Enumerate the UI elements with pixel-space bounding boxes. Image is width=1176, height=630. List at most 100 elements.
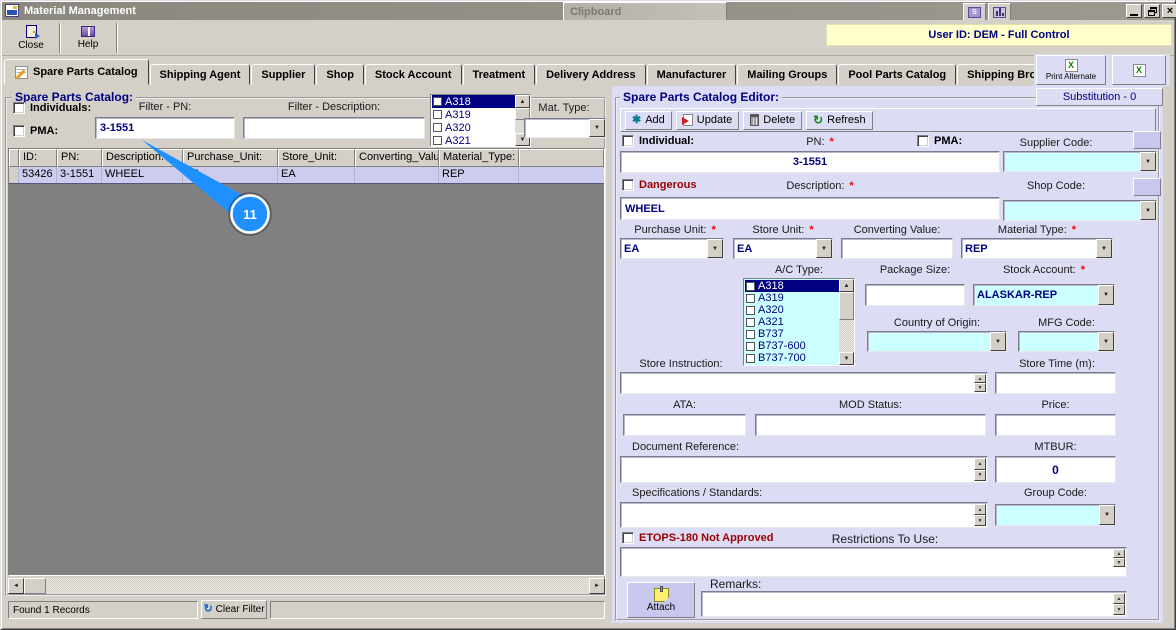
clipboard-window-titlebar[interactable]: Clipboard <box>563 2 727 21</box>
tab-pool-parts-catalog[interactable]: Pool Parts Catalog <box>838 64 956 85</box>
list-item[interactable]: A321 <box>432 134 515 146</box>
mat-type-dropdown[interactable]: ▼ <box>524 118 606 138</box>
filter-pn-input[interactable]: 3-1551 <box>95 117 235 139</box>
dropdown-arrow-icon[interactable]: ▼ <box>1140 152 1156 171</box>
scroll-thumb[interactable] <box>839 292 854 320</box>
pma-editor-checkbox[interactable] <box>917 135 929 147</box>
item-checkbox[interactable] <box>433 110 442 119</box>
scroll-down-icon[interactable]: ▼ <box>839 352 854 365</box>
table-hscrollbar[interactable]: ◄ ► <box>8 578 605 594</box>
substitution-button[interactable]: Substitution - 0 <box>1036 88 1163 106</box>
ata-input[interactable] <box>623 414 746 436</box>
restore-button[interactable] <box>1144 4 1160 18</box>
tab-delivery-address[interactable]: Delivery Address <box>536 64 645 85</box>
tab-shipping-agent[interactable]: Shipping Agent <box>150 64 251 85</box>
spin-up-icon[interactable]: ▲ <box>974 504 986 515</box>
column-header[interactable]: Purchase_Unit: <box>183 149 278 167</box>
help-button[interactable]: Help <box>65 22 111 54</box>
stock-account-dropdown[interactable]: ALASKAR-REP ▼ <box>973 284 1115 306</box>
dropdown-arrow-icon[interactable]: ▼ <box>1098 332 1114 351</box>
close-button[interactable]: Close <box>8 22 54 54</box>
spin-down-icon[interactable]: ▼ <box>974 515 986 526</box>
country-of-origin-dropdown[interactable]: ▼ <box>867 331 1007 352</box>
dropdown-arrow-icon[interactable]: ▼ <box>1098 285 1114 305</box>
item-checkbox[interactable] <box>433 136 442 145</box>
item-checkbox[interactable] <box>746 306 755 315</box>
dropdown-arrow-icon[interactable]: ▼ <box>990 332 1006 351</box>
hscroll-track[interactable] <box>46 578 589 594</box>
mtbur-input[interactable]: 0 <box>995 456 1116 483</box>
restrictions-input[interactable]: ▲▼ <box>620 547 1127 577</box>
mfg-code-dropdown[interactable]: ▼ <box>1018 331 1115 352</box>
ac-type-list[interactable]: A318 A319 A320 A321 B737 B737-600 B737-7… <box>743 278 855 366</box>
item-checkbox[interactable] <box>746 330 755 339</box>
item-checkbox[interactable] <box>746 294 755 303</box>
scroll-up-icon[interactable]: ▲ <box>839 279 854 292</box>
material-type-dropdown[interactable]: REP ▼ <box>961 238 1113 259</box>
item-checkbox[interactable] <box>746 342 755 351</box>
list-item[interactable]: A319 <box>432 108 515 121</box>
tab-supplier[interactable]: Supplier <box>251 64 315 85</box>
item-checkbox[interactable] <box>433 123 442 132</box>
tab-shop[interactable]: Shop <box>316 64 364 85</box>
print-alternate-button[interactable]: X Print Alternate <box>1036 55 1106 85</box>
tab-mailing-groups[interactable]: Mailing Groups <box>737 64 837 85</box>
attach-button[interactable]: Attach <box>627 582 695 618</box>
supplier-code-lookup-button[interactable] <box>1133 131 1161 149</box>
spin-up-icon[interactable]: ▲ <box>974 374 986 383</box>
column-header[interactable]: Store_Unit: <box>278 149 355 167</box>
item-checkbox[interactable] <box>746 282 755 291</box>
spin-down-icon[interactable]: ▼ <box>1113 604 1125 615</box>
table-row[interactable]: 53426 3-1551 WHEEL EA EA REP <box>9 167 604 184</box>
store-instruction-input[interactable]: ▲▼ <box>620 372 988 394</box>
converting-value-input[interactable] <box>841 238 953 259</box>
scroll-left-icon[interactable]: ◄ <box>8 578 24 594</box>
dropdown-arrow-icon[interactable]: ▼ <box>816 239 832 258</box>
item-checkbox[interactable] <box>433 97 442 106</box>
item-checkbox[interactable] <box>746 354 755 363</box>
dropdown-arrow-icon[interactable]: ▼ <box>1096 239 1112 258</box>
add-button[interactable]: ✱ Add <box>625 111 672 130</box>
document-reference-input[interactable]: ▲▼ <box>620 456 988 483</box>
group-code-dropdown[interactable]: ▼ <box>995 504 1116 526</box>
dropdown-arrow-icon[interactable]: ▼ <box>707 239 723 258</box>
shop-code-lookup-button[interactable] <box>1133 178 1161 196</box>
list-item[interactable]: B737 <box>745 328 839 340</box>
tab-manufacturer[interactable]: Manufacturer <box>647 64 737 85</box>
column-header[interactable]: Converting_Value: <box>355 149 439 167</box>
tab-spare-parts-catalog[interactable]: Spare Parts Catalog <box>4 59 149 85</box>
ac-type-scrollbar[interactable]: ▲ ▼ <box>839 279 854 365</box>
etops-checkbox[interactable] <box>622 532 634 544</box>
spin-down-icon[interactable]: ▼ <box>974 470 986 482</box>
description-input[interactable]: WHEEL <box>620 197 1000 220</box>
list-item[interactable]: A318 <box>432 95 515 108</box>
dropdown-arrow-icon[interactable]: ▼ <box>1140 201 1156 220</box>
scroll-track[interactable] <box>839 320 854 352</box>
column-header[interactable]: Description: <box>102 149 183 167</box>
clear-filter-button[interactable]: ↻ Clear Filter <box>201 600 267 619</box>
list-item[interactable]: A320 <box>432 121 515 134</box>
spin-down-icon[interactable]: ▼ <box>974 383 986 392</box>
dangerous-checkbox[interactable] <box>622 179 634 191</box>
supplier-code-dropdown[interactable]: ▼ <box>1003 151 1157 172</box>
close-window-button[interactable]: × <box>1162 4 1176 18</box>
list-item[interactable]: A319 <box>745 292 839 304</box>
list-item[interactable]: A318 <box>745 280 839 292</box>
shop-code-dropdown[interactable]: ▼ <box>1003 200 1157 221</box>
mod-status-input[interactable] <box>755 414 986 436</box>
dropdown-arrow-icon[interactable]: ▼ <box>589 119 605 137</box>
list-item[interactable]: B737-700 <box>745 352 839 364</box>
filter-description-input[interactable] <box>243 117 425 139</box>
list-item[interactable]: A321 <box>745 316 839 328</box>
remarks-input[interactable]: ▲▼ <box>701 591 1127 617</box>
purchase-unit-dropdown[interactable]: EA ▼ <box>620 238 724 259</box>
list-item[interactable]: A320 <box>745 304 839 316</box>
hscroll-thumb[interactable] <box>24 578 46 594</box>
column-header[interactable]: Material_Type: <box>439 149 519 167</box>
specifications-input[interactable]: ▲▼ <box>620 502 988 528</box>
update-button[interactable]: Update <box>676 111 739 130</box>
column-header[interactable]: PN: <box>57 149 102 167</box>
package-size-input[interactable] <box>865 284 965 306</box>
pma-filter-checkbox[interactable] <box>13 125 25 137</box>
individuals-checkbox[interactable] <box>13 102 25 114</box>
